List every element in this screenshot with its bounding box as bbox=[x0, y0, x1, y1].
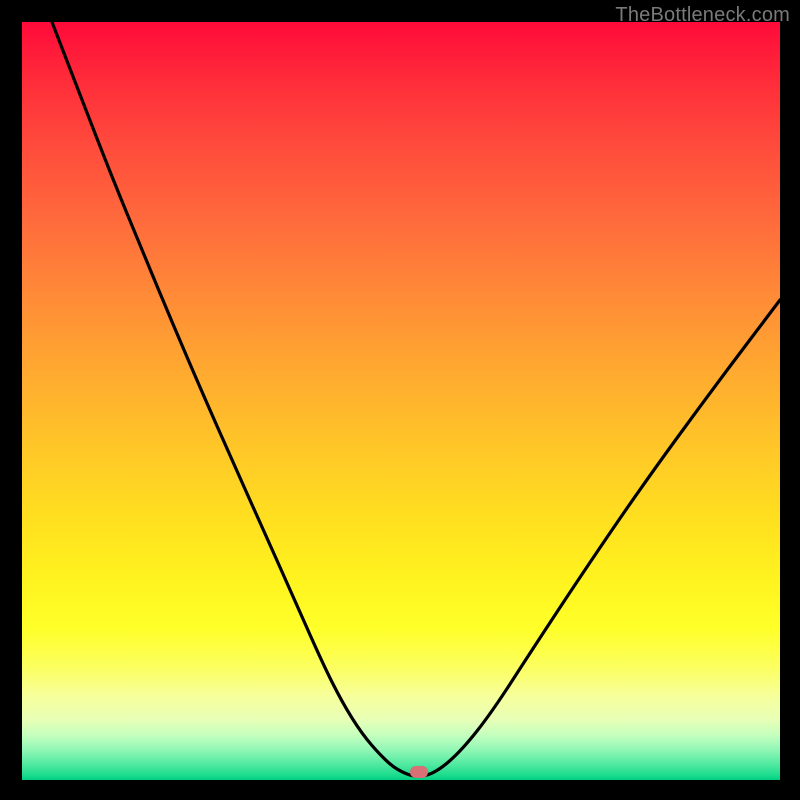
bottleneck-curve bbox=[22, 22, 780, 780]
plot-area bbox=[22, 22, 780, 780]
optimal-point-marker bbox=[410, 766, 428, 778]
watermark-label: TheBottleneck.com bbox=[615, 4, 790, 27]
chart-stage: TheBottleneck.com bbox=[0, 0, 800, 800]
